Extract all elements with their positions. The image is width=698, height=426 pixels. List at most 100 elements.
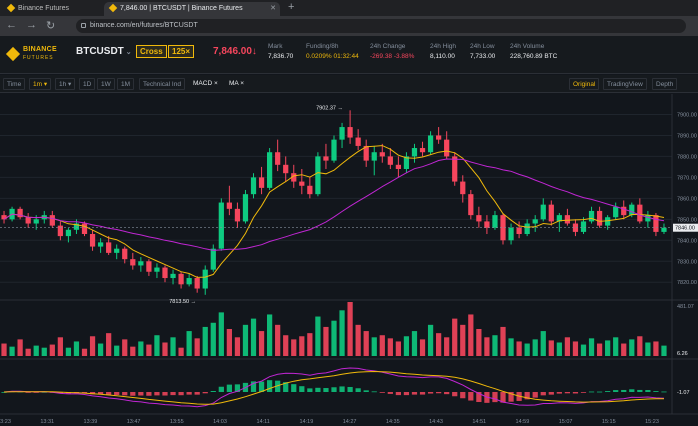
view-original[interactable]: Original — [569, 78, 600, 90]
candle-body — [508, 227, 514, 241]
macd-histogram-bar — [371, 391, 377, 393]
interval-1m[interactable]: 1m ▾ — [29, 78, 52, 90]
price-axis-label: 7840.00 — [677, 238, 697, 244]
margin-mode-button[interactable]: Cross — [136, 45, 167, 58]
binance-futures-logo[interactable]: BINANCE FUTURES — [5, 44, 66, 66]
candle-body — [258, 177, 265, 188]
volume-bar — [130, 346, 136, 356]
time-button[interactable]: Time — [3, 78, 26, 90]
last-price: 7,846.00↓ — [213, 46, 257, 57]
volume-bar — [540, 331, 546, 356]
price-axis-label: 7830.00 — [677, 259, 697, 265]
volume-bar — [226, 329, 232, 356]
candle-body — [484, 221, 490, 228]
reload-icon[interactable]: ↻ — [46, 19, 55, 32]
macd-histogram-bar — [178, 392, 184, 396]
browser-tab-binance-futures[interactable]: Binance Futures — [2, 2, 80, 16]
volume-bar — [138, 341, 144, 356]
interval-1h[interactable]: 1h ▾ — [55, 78, 76, 90]
volume-bar — [97, 343, 104, 356]
time-axis-label: 14:19 — [300, 419, 314, 425]
time-axis-label: 14:51 — [472, 419, 486, 425]
interval-1w[interactable]: 1W — [97, 78, 115, 90]
macd-axis-label: -1.07 — [677, 390, 690, 396]
indicator-ma[interactable]: MA × — [226, 78, 247, 90]
volume-bar — [403, 336, 410, 356]
candle-body — [419, 148, 426, 153]
candle-body — [492, 215, 498, 228]
volume-bar — [1, 343, 7, 356]
forward-arrow-icon[interactable]: → — [26, 19, 37, 31]
interval-1d[interactable]: 1D — [79, 78, 96, 90]
macd-histogram-bar — [427, 392, 434, 394]
macd-histogram-bar — [653, 391, 659, 392]
volume-bar — [596, 343, 603, 356]
macd-histogram-bar — [532, 392, 538, 398]
macd-histogram-bar — [588, 391, 595, 393]
macd-histogram-bar — [122, 392, 128, 396]
volume-axis-label: 481.07 — [677, 304, 694, 310]
time-axis-label: 15:23 — [645, 419, 659, 425]
volume-bar — [460, 324, 466, 356]
candle-body — [202, 269, 208, 289]
browser-tab-btcusdt[interactable]: 7,846.00 | BTCUSDT | Binance Futures ✕ — [104, 2, 280, 16]
symbol-selector[interactable]: BTCUSDT ⌄ — [76, 46, 132, 57]
stat-24h-change: 24h Change -269.38 -3.88% — [370, 43, 415, 60]
candle-body — [242, 194, 249, 222]
time-axis-label: 13:47 — [127, 419, 141, 425]
volume-bar — [613, 337, 619, 356]
macd-histogram-bar — [130, 392, 136, 396]
price-axis-label: 7850.00 — [677, 217, 697, 223]
binance-favicon-icon — [6, 3, 16, 13]
macd-histogram-bar — [186, 392, 192, 395]
candle-body — [468, 194, 474, 216]
macd-histogram-bar — [460, 392, 466, 399]
lock-icon — [81, 23, 86, 28]
macd-histogram-bar — [621, 389, 627, 392]
new-tab-button[interactable]: + — [288, 1, 294, 13]
view-tradingview[interactable]: TradingView — [603, 78, 647, 90]
leverage-button[interactable]: 125× — [168, 45, 195, 58]
indicator-macd[interactable]: MACD × — [190, 78, 221, 90]
macd-histogram-bar — [556, 392, 562, 394]
volume-bar — [242, 324, 249, 356]
candle-body — [395, 164, 402, 169]
high-price-label: 7902.37 → — [316, 105, 343, 111]
time-axis-label: 14:35 — [386, 419, 400, 425]
macd-histogram-bar — [266, 380, 273, 392]
candle-body — [266, 152, 273, 188]
candle-body — [524, 223, 530, 234]
candle-body — [154, 267, 160, 272]
ma-fast-line — [3, 145, 665, 278]
volume-bar — [218, 312, 224, 356]
price-axis-label: 7870.00 — [677, 175, 697, 181]
volume-bar — [234, 337, 241, 356]
volume-bar — [283, 335, 289, 356]
volume-bar — [162, 342, 168, 356]
macd-histogram-bar — [114, 392, 120, 395]
view-depth[interactable]: Depth — [652, 78, 678, 90]
volume-bar — [49, 344, 55, 356]
technical-indicators-button[interactable]: Technical Ind — [139, 78, 185, 90]
volume-bar — [588, 338, 595, 356]
volume-bar — [387, 338, 393, 356]
url-input[interactable]: binance.com/en/futures/BTCUSDT — [76, 19, 686, 33]
stat-24h-low: 24h Low 7,733.00 — [470, 43, 496, 60]
close-tab-icon[interactable]: ✕ — [270, 2, 276, 16]
time-axis-label: 14:03 — [213, 419, 227, 425]
chart-canvas[interactable]: 7900.00 7890.00 7880.00 7870.00 7860.00 7850.… — [0, 94, 698, 426]
time-axis-label: 14:59 — [516, 419, 530, 425]
volume-bar — [508, 338, 514, 356]
stat-funding: Funding/8h 0.0209% 01:32:44 — [306, 43, 359, 60]
volume-bar — [266, 314, 273, 356]
macd-histogram-bar — [540, 392, 546, 396]
candle-body — [283, 164, 289, 174]
price-chart[interactable]: 7900.00 7890.00 7880.00 7870.00 7860.00 7850.… — [0, 94, 698, 426]
volume-bar — [653, 341, 659, 356]
macd-histogram-bar — [323, 388, 329, 392]
volume-bar — [258, 331, 265, 356]
time-axis-label: 14:27 — [343, 419, 357, 425]
interval-1mo[interactable]: 1M — [117, 78, 135, 90]
back-arrow-icon[interactable]: ← — [6, 19, 17, 31]
candle-body — [275, 152, 281, 165]
